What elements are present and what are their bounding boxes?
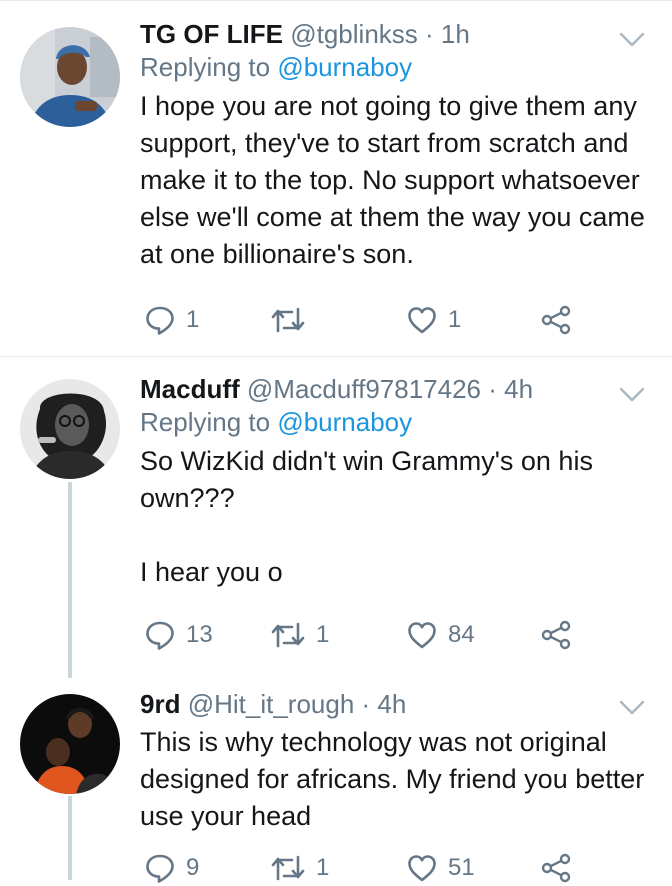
- timestamp[interactable]: 4h: [377, 689, 406, 719]
- retweet-button[interactable]: [270, 302, 316, 338]
- tweet-text: This is why technology was not original …: [140, 727, 645, 831]
- avatar[interactable]: [20, 694, 120, 794]
- timestamp[interactable]: 1h: [441, 19, 470, 49]
- retweet-button[interactable]: 1: [270, 617, 329, 653]
- reply-icon: [144, 304, 176, 336]
- retweet-icon: [270, 306, 306, 334]
- timestamp[interactable]: 4h: [504, 374, 533, 404]
- like-count: 84: [448, 621, 475, 648]
- user-handle[interactable]: @Macduff97817426: [247, 374, 481, 404]
- chevron-down-icon[interactable]: [618, 30, 646, 50]
- like-button[interactable]: 84: [406, 617, 475, 653]
- share-icon: [540, 620, 572, 650]
- display-name[interactable]: 9rd: [140, 689, 180, 719]
- replying-label: Replying to: [140, 407, 271, 437]
- separator-dot: ·: [417, 19, 441, 49]
- retweet-count: 1: [316, 621, 330, 648]
- replying-to-link[interactable]: @burnaboy: [277, 407, 412, 437]
- reply-button[interactable]: 13: [144, 617, 213, 653]
- retweet-icon: [270, 854, 306, 882]
- tweet-body: TG OF LIFE @tgblinkss · 1h Replying to @…: [140, 18, 652, 273]
- share-button[interactable]: [540, 617, 572, 653]
- heart-icon: [406, 620, 438, 650]
- reply-count: 1: [186, 306, 200, 333]
- like-count: 1: [448, 306, 462, 333]
- share-icon: [540, 853, 572, 883]
- replying-label: Replying to: [140, 52, 271, 82]
- display-name[interactable]: Macduff: [140, 374, 240, 404]
- tweet-actions: 9 1 51: [140, 850, 600, 886]
- tweet-body: Macduff @Macduff97817426 · 4h Replying t…: [140, 373, 652, 591]
- user-handle[interactable]: @Hit_it_rough: [188, 689, 355, 719]
- reply-button[interactable]: 1: [144, 302, 199, 338]
- tweet-macduff[interactable]: Macduff @Macduff97817426 · 4h Replying t…: [0, 357, 672, 677]
- chevron-down-icon[interactable]: [618, 385, 646, 405]
- avatar[interactable]: [20, 27, 120, 127]
- tweet-header: TG OF LIFE @tgblinkss · 1h: [140, 18, 652, 50]
- retweet-count: 1: [316, 854, 330, 881]
- retweet-icon: [270, 621, 306, 649]
- tweet-body: 9rd @Hit_it_rough · 4h This is why techn…: [140, 688, 652, 835]
- retweet-button[interactable]: 1: [270, 850, 329, 886]
- tweet-9rd[interactable]: 9rd @Hit_it_rough · 4h This is why techn…: [0, 680, 672, 880]
- share-icon: [540, 305, 572, 335]
- reply-count: 13: [186, 621, 213, 648]
- separator-dot: ·: [354, 689, 378, 719]
- like-button[interactable]: 51: [406, 850, 475, 886]
- like-button[interactable]: 1: [406, 302, 461, 338]
- heart-icon: [406, 305, 438, 335]
- tweet-text: I hope you are not going to give them an…: [140, 91, 645, 269]
- reply-count: 9: [186, 854, 200, 881]
- avatar[interactable]: [20, 379, 120, 479]
- heart-icon: [406, 853, 438, 883]
- reply-icon: [144, 852, 176, 884]
- tweet-tg-of-life[interactable]: TG OF LIFE @tgblinkss · 1h Replying to @…: [0, 0, 672, 355]
- tweet-header: Macduff @Macduff97817426 · 4h: [140, 373, 652, 405]
- tweet-actions: 1 1: [140, 302, 600, 338]
- tweet-actions: 13 1 84: [140, 617, 600, 653]
- user-handle[interactable]: @tgblinkss: [290, 19, 418, 49]
- like-count: 51: [448, 854, 475, 881]
- chevron-down-icon[interactable]: [618, 698, 646, 718]
- tweet-header: 9rd @Hit_it_rough · 4h: [140, 688, 652, 720]
- reply-icon: [144, 619, 176, 651]
- replying-to: Replying to @burnaboy: [140, 50, 652, 84]
- share-button[interactable]: [540, 850, 572, 886]
- replying-to-link[interactable]: @burnaboy: [277, 52, 412, 82]
- separator-dot: ·: [481, 374, 505, 404]
- reply-button[interactable]: 9: [144, 850, 199, 886]
- replying-to: Replying to @burnaboy: [140, 405, 652, 439]
- tweet-text: So WizKid didn't win Grammy's on his own…: [140, 446, 593, 587]
- display-name[interactable]: TG OF LIFE: [140, 19, 283, 49]
- share-button[interactable]: [540, 302, 572, 338]
